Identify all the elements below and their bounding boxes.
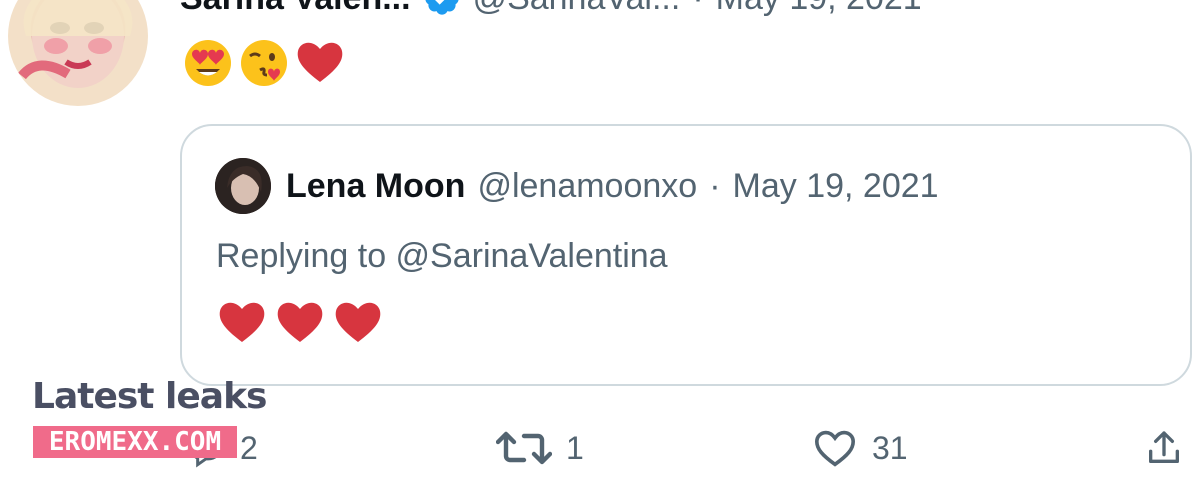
- author-name[interactable]: Sarina Valen...: [180, 0, 411, 18]
- red-heart-emoji: [274, 296, 326, 348]
- like-count: 31: [872, 429, 908, 466]
- watermark-title: Latest leaks: [32, 376, 267, 417]
- heart-eyes-emoji: [182, 36, 234, 88]
- tweet-date[interactable]: May 19, 2021: [716, 0, 922, 18]
- quoted-tweet-header: Lena Moon @lenamoonxo · May 19, 2021: [286, 166, 939, 206]
- tweet-header: Sarina Valen... @SarinaVal... · May 19, …: [180, 0, 922, 18]
- author-handle[interactable]: @SarinaVal...: [473, 0, 681, 18]
- tweet-text: [182, 36, 346, 88]
- share-icon: [1144, 428, 1184, 468]
- like-heart-icon: [812, 428, 858, 468]
- author-avatar[interactable]: [8, 0, 148, 106]
- replying-to-text: Replying to @SarinaValentina: [216, 237, 668, 275]
- like-button[interactable]: 31: [812, 428, 908, 468]
- separator-dot: ·: [692, 0, 703, 18]
- more-options-icon[interactable]: ···: [1152, 0, 1186, 15]
- quoted-tweet-text: [216, 296, 384, 348]
- quoted-author-handle[interactable]: @lenamoonxo: [477, 166, 697, 206]
- kissing-wink-emoji: [238, 36, 290, 88]
- red-heart-emoji: [294, 36, 346, 88]
- retweet-icon: [496, 428, 552, 468]
- retweet-button[interactable]: 1: [496, 428, 584, 468]
- separator-dot: ·: [709, 167, 721, 205]
- quoted-author-name[interactable]: Lena Moon: [286, 166, 465, 206]
- share-button[interactable]: [1144, 428, 1184, 468]
- verified-badge-icon: [423, 0, 461, 17]
- reply-count: 2: [240, 429, 258, 466]
- quoted-tweet-date[interactable]: May 19, 2021: [733, 166, 939, 206]
- retweet-count: 1: [566, 429, 584, 466]
- quoted-avatar-image: [215, 158, 271, 214]
- red-heart-emoji: [332, 296, 384, 348]
- red-heart-emoji: [216, 296, 268, 348]
- quoted-author-avatar[interactable]: [215, 158, 271, 214]
- watermark-badge[interactable]: EROMEXX.COM: [33, 426, 237, 458]
- avatar-image: [18, 0, 133, 88]
